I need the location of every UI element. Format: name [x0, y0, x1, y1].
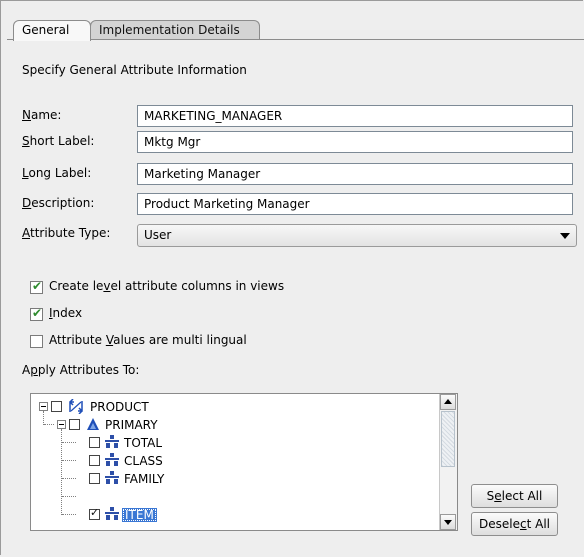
tree-item-primary[interactable]: PRIMARY [105, 416, 158, 434]
level-icon [105, 453, 119, 466]
multilingual-checkbox[interactable] [30, 335, 43, 348]
select-all-button[interactable]: Select All [471, 484, 558, 508]
multilingual-label: Attribute Values are multi lingual [49, 333, 247, 347]
tab-implementation-details[interactable]: Implementation Details [90, 20, 260, 39]
apply-attributes-tree[interactable]: PRODUCT PRIMARY TOTAL CLASS FAMILY ✓ ITE… [30, 393, 458, 531]
tree-item-item-label: ITEM [122, 508, 157, 522]
tab-general[interactable]: General [13, 20, 91, 41]
level-icon [105, 435, 119, 448]
scroll-thumb[interactable] [441, 411, 455, 467]
tree-checkbox-total[interactable] [89, 437, 100, 448]
tree-item-product[interactable]: PRODUCT [90, 398, 149, 416]
dimension-icon [69, 399, 83, 414]
index-checkbox[interactable]: ✔ [30, 306, 43, 321]
hierarchy-icon [87, 418, 99, 430]
tree-checkbox-family[interactable] [89, 473, 100, 484]
attribute-type-label: Attribute Type: [22, 226, 111, 240]
arrow-up-icon [444, 399, 452, 404]
tree-checkbox-product[interactable] [51, 401, 62, 412]
create-level-label: Create level attribute columns in views [49, 279, 285, 293]
tree-connector [43, 411, 44, 425]
tree-connector [62, 478, 76, 479]
attribute-type-select[interactable]: User [137, 224, 577, 247]
tree-connector [62, 496, 76, 497]
check-mark-icon: ✓ [90, 506, 100, 519]
collapse-icon[interactable] [57, 420, 66, 429]
scroll-up-button[interactable] [440, 394, 456, 410]
description-label: Description: [22, 196, 95, 210]
tree-connector [62, 442, 76, 443]
tree-vertical-scrollbar[interactable] [439, 394, 457, 530]
tree-item-total[interactable]: TOTAL [124, 434, 162, 452]
tab-implementation-details-label: Implementation Details [99, 23, 240, 37]
short-label-field[interactable]: Mktg Mgr [137, 131, 573, 153]
level-icon [105, 507, 119, 520]
long-label-label: Long Label: [22, 166, 92, 180]
index-label: Index [49, 306, 83, 320]
short-label-label: Short Label: [22, 134, 95, 148]
tab-general-label: General [22, 23, 70, 37]
name-label: Name: [22, 108, 62, 122]
chevron-down-icon [560, 233, 570, 239]
level-icon [105, 471, 119, 484]
tree-item-family[interactable]: FAMILY [124, 470, 164, 488]
long-label-field[interactable]: Marketing Manager [137, 163, 573, 185]
tree-connector [62, 514, 76, 515]
section-heading: Specify General Attribute Information [22, 63, 247, 77]
attribute-type-value: User [144, 228, 172, 242]
collapse-icon[interactable] [39, 402, 48, 411]
check-mark-icon: ✔ [32, 306, 43, 320]
tree-connector [44, 424, 54, 425]
tree-item-class[interactable]: CLASS [124, 452, 163, 470]
deselect-all-button[interactable]: Deselect All [471, 512, 558, 536]
tree-checkbox-class[interactable] [89, 455, 100, 466]
description-field[interactable]: Product Marketing Manager [137, 193, 573, 215]
apply-attributes-label: Apply Attributes To: [22, 363, 140, 377]
tree-checkbox-item[interactable]: ✓ [89, 506, 100, 520]
check-mark-icon: ✔ [32, 279, 43, 293]
name-field[interactable]: MARKETING_MANAGER [137, 105, 573, 127]
tree-connector [62, 460, 76, 461]
arrow-down-icon [444, 520, 452, 525]
create-level-checkbox[interactable]: ✔ [30, 279, 43, 294]
scroll-down-button[interactable] [440, 514, 456, 530]
tree-item-item[interactable]: ITEM [122, 506, 157, 524]
tree-checkbox-primary[interactable] [69, 419, 80, 430]
